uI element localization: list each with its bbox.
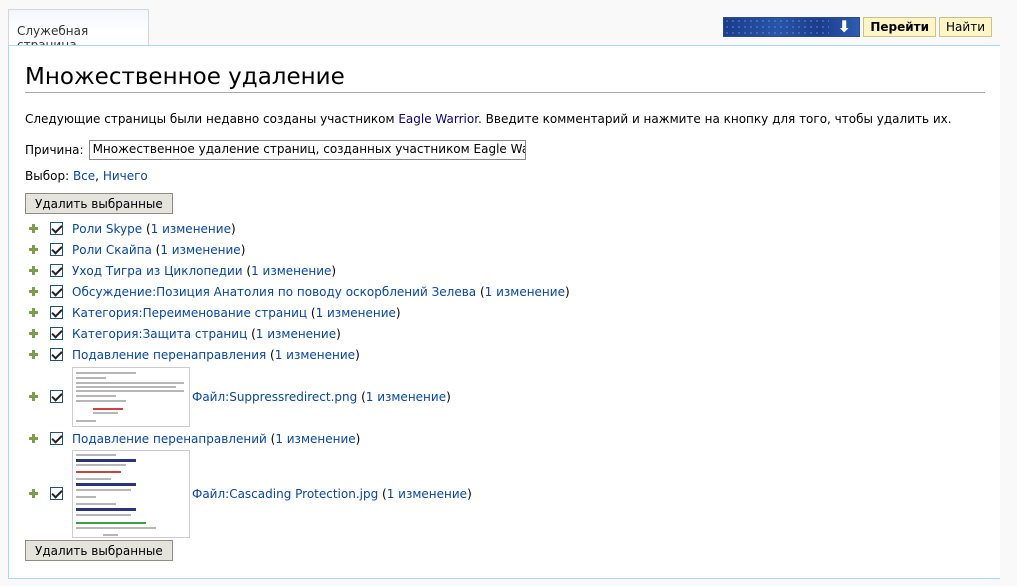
plus-icon[interactable] [29,392,38,401]
search-input[interactable]: ⬇ [723,17,861,37]
select-row: Выбор: Все, Ничего [25,168,984,185]
plus-icon[interactable] [29,434,38,443]
list-item: Категория:Защита страниц (1 изменение) [25,323,984,344]
intro-after: . Введите комментарий и нажмите на кнопк… [478,112,952,126]
item-changes-link[interactable]: 1 изменение [275,348,355,362]
item-link[interactable]: Роли Скайпа [72,243,152,257]
plus-icon[interactable] [29,245,38,254]
select-none-link[interactable]: Ничего [103,169,148,183]
item-changes-link[interactable]: 1 изменение [485,285,565,299]
item-changes-link[interactable]: 1 изменение [256,327,336,341]
list-item: Подавление перенаправлений (1 изменение) [25,428,984,449]
delete-selected-button-top[interactable]: Удалить выбранные [25,193,173,214]
item-changes-link[interactable]: 1 изменение [275,432,355,446]
go-button[interactable]: Перейти [863,17,937,37]
content-area: Множественное удаление Следующие страниц… [8,45,1000,579]
list-item: Файл:Suppressredirect.png (1 изменение) [25,365,984,428]
list-item: Файл:Cascading Protection.jpg (1 изменен… [25,449,984,538]
file-thumbnail[interactable] [72,366,190,427]
item-changes-link[interactable]: 1 изменение [151,222,231,236]
intro-text: Следующие страницы были недавно созданы … [25,111,984,128]
plus-icon[interactable] [29,287,38,296]
search-input-pattern [724,18,830,36]
item-link[interactable]: Уход Тигра из Циклопедии [72,264,243,278]
select-label: Выбор: [25,169,70,183]
list-item: Уход Тигра из Циклопедии (1 изменение) [25,260,984,281]
list-item: Роли Skype (1 изменение) [25,218,984,239]
intro-before: Следующие страницы были недавно созданы … [25,112,399,126]
search-bar: ⬇ Перейти Найти [723,17,992,37]
page-title: Множественное удаление [25,63,985,93]
item-link[interactable]: Роли Skype [72,222,142,236]
plus-icon[interactable] [29,350,38,359]
item-changes-link[interactable]: 1 изменение [387,487,467,501]
plus-icon[interactable] [29,266,38,275]
select-separator: , [95,169,99,183]
item-link[interactable]: Категория:Защита страниц [72,327,247,341]
reason-label: Причина: [25,143,84,157]
item-link[interactable]: Файл:Cascading Protection.jpg [192,487,378,501]
item-checkbox[interactable] [50,327,63,340]
list-item: Категория:Переименование страниц (1 изме… [25,302,984,323]
find-button[interactable]: Найти [939,17,992,37]
pages-list: Роли Skype (1 изменение) Роли Скайпа (1 … [25,218,984,538]
reason-input[interactable]: Множественное удаление страниц, созданны… [88,140,526,160]
reason-row: Причина: Множественное удаление страниц,… [25,140,984,160]
item-checkbox[interactable] [50,285,63,298]
plus-icon[interactable] [29,308,38,317]
item-checkbox[interactable] [50,348,63,361]
item-changes-link[interactable]: 1 изменение [316,306,396,320]
item-link[interactable]: Подавление перенаправлений [72,432,267,446]
select-all-link[interactable]: Все [73,169,95,183]
item-checkbox[interactable] [50,390,63,403]
list-item: Подавление перенаправления (1 изменение) [25,344,984,365]
delete-selected-button-bottom[interactable]: Удалить выбранные [25,540,173,561]
item-changes-link[interactable]: 1 изменение [160,243,240,257]
item-link[interactable]: Обсуждение:Позиция Анатолия по поводу ос… [72,285,476,299]
item-link[interactable]: Подавление перенаправления [72,348,266,362]
user-link[interactable]: Eagle Warrior [398,112,478,126]
arrow-down-icon: ⬇ [837,17,852,36]
item-checkbox[interactable] [50,264,63,277]
plus-icon[interactable] [29,329,38,338]
item-checkbox[interactable] [50,306,63,319]
plus-icon[interactable] [29,224,38,233]
item-changes-link[interactable]: 1 изменение [366,390,446,404]
list-item: Роли Скайпа (1 изменение) [25,239,984,260]
plus-icon[interactable] [29,489,38,498]
item-checkbox[interactable] [50,432,63,445]
item-checkbox[interactable] [50,487,63,500]
item-checkbox[interactable] [50,222,63,235]
item-link[interactable]: Файл:Suppressredirect.png [192,390,357,404]
file-thumbnail[interactable] [72,449,190,538]
item-link[interactable]: Категория:Переименование страниц [72,306,307,320]
list-item: Обсуждение:Позиция Анатолия по поводу ос… [25,281,984,302]
tab-special-page[interactable]: Служебная страница [8,9,149,52]
item-changes-link[interactable]: 1 изменение [251,264,331,278]
item-checkbox[interactable] [50,243,63,256]
